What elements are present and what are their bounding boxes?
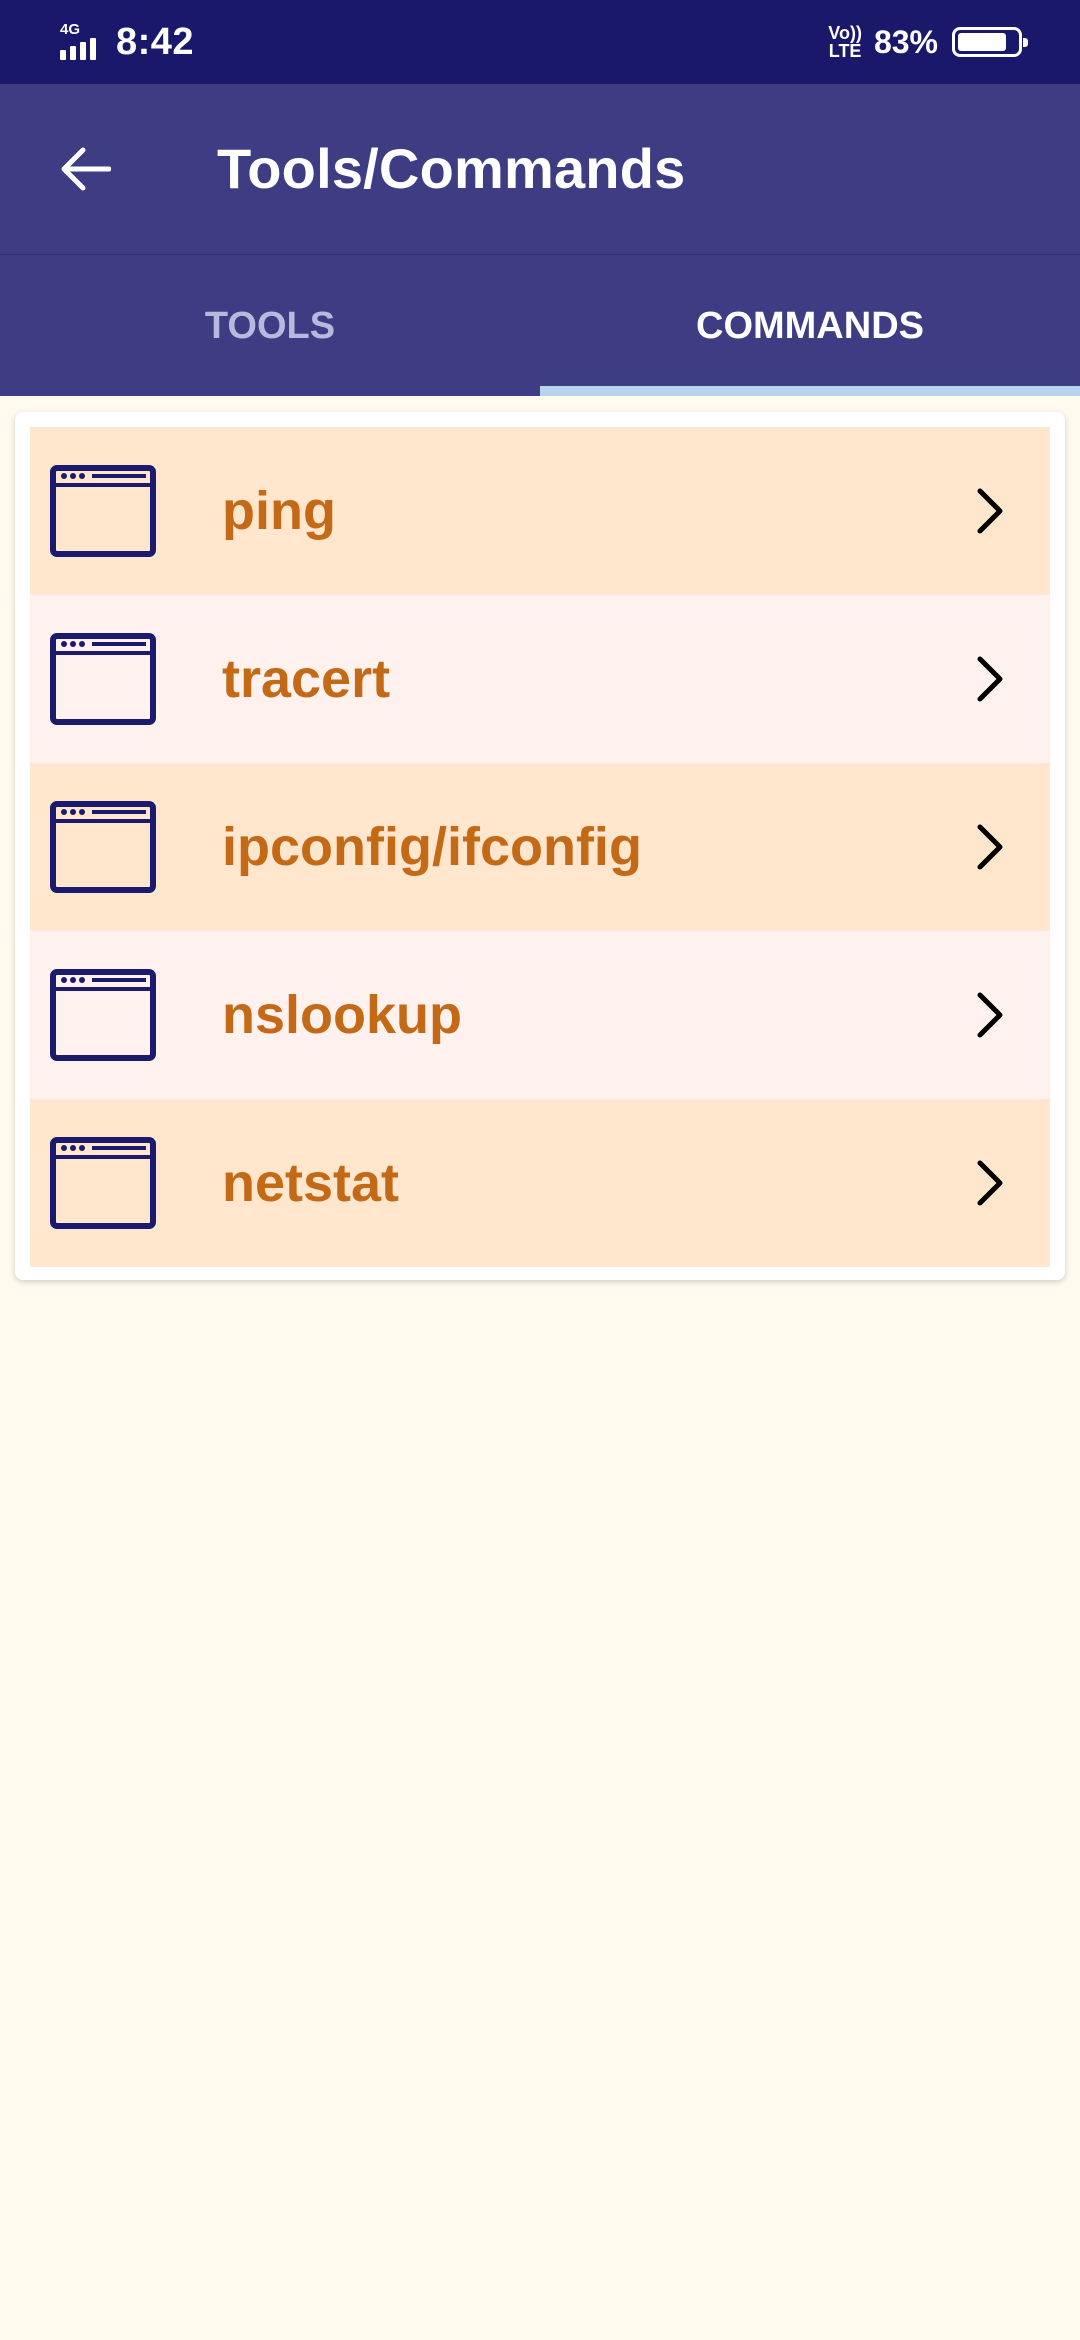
volte-icon: Vo)) LTE (828, 24, 862, 60)
page-title: Tools/Commands (217, 137, 686, 200)
battery-fill (958, 33, 1006, 51)
tab-commands[interactable]: COMMANDS (540, 255, 1080, 397)
volte-top: Vo)) (828, 23, 862, 43)
chevron-right-icon (977, 488, 1003, 534)
app-bar: Tools/Commands (0, 84, 1080, 254)
command-label: netstat (222, 1153, 400, 1213)
window-icon (50, 969, 156, 1061)
command-row-ping[interactable]: ping (30, 427, 1050, 595)
command-label: ping (222, 481, 336, 541)
chevron-right-icon (977, 824, 1003, 870)
chevron-right-icon (977, 1160, 1003, 1206)
status-right: Vo)) LTE 83% (828, 18, 1028, 66)
arrow-left-icon (61, 147, 111, 191)
network-type: 4G (60, 21, 81, 38)
command-label: tracert (222, 649, 391, 709)
command-row-ipconfig-ifconfig[interactable]: ipconfig/ifconfig (30, 763, 1050, 931)
commands-list: ping tracert ipconfig/ifconfig nslookup … (30, 427, 1050, 1267)
battery-icon (952, 27, 1028, 57)
tab-tools[interactable]: TOOLS (0, 255, 540, 397)
window-icon (50, 465, 156, 557)
status-bar: 4G 8:42 Vo)) LTE 83% (0, 0, 1080, 84)
command-label: ipconfig/ifconfig (222, 817, 642, 877)
command-label: nslookup (222, 985, 462, 1045)
tab-indicator (540, 386, 1080, 396)
signal-icon: 4G (58, 20, 106, 64)
tab-bar: TOOLS COMMANDS (0, 254, 1080, 396)
battery-nub (1023, 38, 1028, 47)
window-icon (50, 1137, 156, 1229)
command-row-netstat[interactable]: netstat (30, 1099, 1050, 1267)
command-row-tracert[interactable]: tracert (30, 595, 1050, 763)
command-row-nslookup[interactable]: nslookup (30, 931, 1050, 1099)
status-time: 8:42 (116, 20, 195, 63)
window-icon (50, 633, 156, 725)
volte-bottom: LTE (828, 41, 862, 61)
chevron-right-icon (977, 656, 1003, 702)
commands-card: ping tracert ipconfig/ifconfig nslookup … (15, 412, 1065, 1280)
battery-percentage: 83% (873, 23, 938, 60)
chevron-right-icon (977, 992, 1003, 1038)
status-left: 4G 8:42 (58, 18, 194, 66)
window-icon (50, 801, 156, 893)
back-button[interactable] (50, 134, 120, 204)
